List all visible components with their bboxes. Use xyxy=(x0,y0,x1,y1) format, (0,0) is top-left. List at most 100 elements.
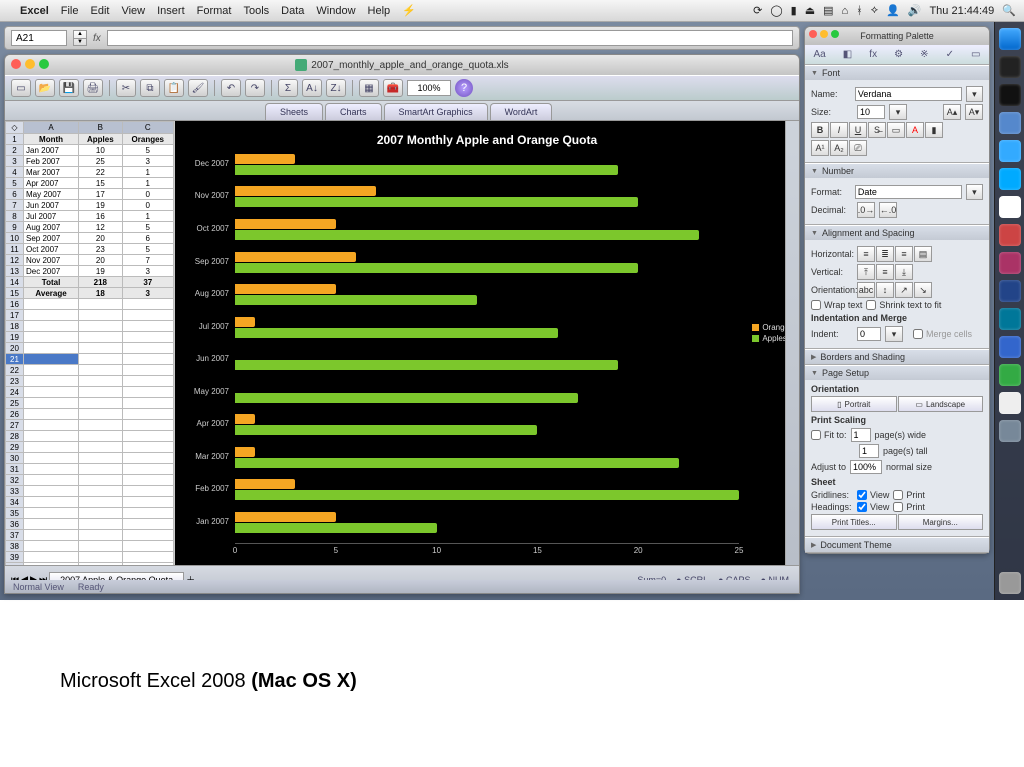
pages-tall-input[interactable] xyxy=(859,444,879,458)
menu-data[interactable]: Data xyxy=(281,5,304,17)
gallery-button[interactable]: ▦ xyxy=(359,79,379,97)
dock-word-icon[interactable] xyxy=(999,336,1021,358)
landscape-button[interactable]: ▭Landscape xyxy=(898,396,984,412)
headings-print-checkbox[interactable]: Print xyxy=(893,502,925,512)
eject-icon[interactable]: ⏏ xyxy=(805,4,815,17)
toolbox-button[interactable]: 🧰 xyxy=(383,79,403,97)
paste-button[interactable]: 📋 xyxy=(164,79,184,97)
menu-edit[interactable]: Edit xyxy=(90,5,109,17)
orient-v-button[interactable]: ↕ xyxy=(876,282,894,298)
toolbox-object-icon[interactable]: ◧ xyxy=(843,49,852,60)
palette-close-icon[interactable] xyxy=(809,30,817,38)
italic-button[interactable]: I xyxy=(830,122,848,138)
pages-wide-input[interactable] xyxy=(851,428,871,442)
volume-icon[interactable]: 🔊 xyxy=(908,4,922,17)
margins-button[interactable]: Margins... xyxy=(898,514,984,530)
print-titles-button[interactable]: Print Titles... xyxy=(811,514,897,530)
formula-input[interactable] xyxy=(107,30,793,46)
section-theme[interactable]: Document Theme xyxy=(805,538,989,552)
font-name-dropdown[interactable]: ▾ xyxy=(966,86,983,102)
clear-format-button[interactable]: ⎚ xyxy=(849,140,867,156)
print-button[interactable]: 🖨 xyxy=(83,79,103,97)
menu-window[interactable]: Window xyxy=(316,5,355,17)
underline-button[interactable]: U xyxy=(849,122,867,138)
dock-app2-icon[interactable] xyxy=(999,252,1021,274)
save-button[interactable]: 💾 xyxy=(59,79,79,97)
fill-color-button[interactable]: ▮ xyxy=(925,122,943,138)
view-mode[interactable]: Normal View xyxy=(13,582,64,592)
user-icon[interactable]: 👤 xyxy=(886,4,900,17)
undo-button[interactable]: ↶ xyxy=(221,79,241,97)
wrap-text-checkbox[interactable]: Wrap text xyxy=(811,300,862,310)
flag-icon[interactable]: ▤ xyxy=(823,4,833,17)
orient-ccw-button[interactable]: ↗ xyxy=(895,282,913,298)
gallery-tab-sheets[interactable]: Sheets xyxy=(265,103,323,120)
toolbox-settings-icon[interactable]: ⚙ xyxy=(894,49,903,60)
sync-icon[interactable]: ⟳ xyxy=(753,4,762,17)
superscript-button[interactable]: A¹ xyxy=(811,140,829,156)
dock-itunes-icon[interactable] xyxy=(999,308,1021,330)
subscript-button[interactable]: A₂ xyxy=(830,140,848,156)
menu-insert[interactable]: Insert xyxy=(157,5,185,17)
dock-preview-icon[interactable] xyxy=(999,420,1021,442)
decrease-decimal-button[interactable]: ←.0 xyxy=(879,202,897,218)
palette-zoom-icon[interactable] xyxy=(831,30,839,38)
dock-mail-icon[interactable] xyxy=(999,112,1021,134)
open-button[interactable]: 📂 xyxy=(35,79,55,97)
gallery-tab-charts[interactable]: Charts xyxy=(325,103,382,120)
valign-top-button[interactable]: ⤒ xyxy=(857,264,875,280)
minimize-icon[interactable] xyxy=(25,59,35,69)
scrollbar-vertical[interactable] xyxy=(785,121,799,565)
valign-mid-button[interactable]: ≡ xyxy=(876,264,894,280)
dock-safari-icon[interactable] xyxy=(999,140,1021,162)
adjust-to-input[interactable] xyxy=(850,460,882,474)
shrink-fit-checkbox[interactable]: Shrink text to fit xyxy=(866,300,941,310)
toolbox-project-icon[interactable]: ▭ xyxy=(971,49,980,60)
dock-finder-icon[interactable] xyxy=(999,28,1021,50)
cut-button[interactable]: ✂ xyxy=(116,79,136,97)
portrait-button[interactable]: ▯Portrait xyxy=(811,396,897,412)
toolbox-ref-icon[interactable]: ※ xyxy=(920,49,928,60)
section-number[interactable]: Number xyxy=(805,164,989,178)
zoom-icon[interactable] xyxy=(39,59,49,69)
menu-view[interactable]: View xyxy=(121,5,145,17)
zoom-box[interactable]: 100% xyxy=(407,80,451,96)
dock-photoshop-icon[interactable] xyxy=(999,280,1021,302)
font-color-button[interactable]: A xyxy=(906,122,924,138)
dock-app1-icon[interactable] xyxy=(999,224,1021,246)
increase-decimal-button[interactable]: .0→ xyxy=(857,202,875,218)
font-size-stepper[interactable]: ▾ xyxy=(889,104,907,120)
palette-mode-tabs[interactable]: Aa ◧ fx ⚙ ※ ✓ ▭ xyxy=(805,45,989,65)
gallery-tab-smartart[interactable]: SmartArt Graphics xyxy=(384,103,488,120)
sort-asc-button[interactable]: A↓ xyxy=(302,79,322,97)
copy-button[interactable]: ⧉ xyxy=(140,79,160,97)
home-icon[interactable]: ⌂ xyxy=(842,5,849,17)
number-format-input[interactable] xyxy=(855,185,962,199)
autosum-button[interactable]: Σ xyxy=(278,79,298,97)
dock-ical-icon[interactable] xyxy=(999,196,1021,218)
section-borders[interactable]: Borders and Shading xyxy=(805,350,989,364)
shield-icon[interactable]: ◯ xyxy=(770,4,782,17)
section-page-setup[interactable]: Page Setup xyxy=(805,366,989,380)
battery-icon[interactable]: ▮ xyxy=(791,4,797,17)
fit-to-checkbox[interactable]: Fit to: xyxy=(811,430,847,440)
align-left-button[interactable]: ≡ xyxy=(857,246,875,262)
sort-desc-button[interactable]: Z↓ xyxy=(326,79,346,97)
wifi-icon[interactable]: ⟡ xyxy=(871,4,878,17)
menu-file[interactable]: File xyxy=(61,5,79,17)
redo-button[interactable]: ↷ xyxy=(245,79,265,97)
indent-input[interactable] xyxy=(857,327,881,341)
cell-reference-box[interactable]: A21 xyxy=(11,30,67,46)
menu-help[interactable]: Help xyxy=(368,5,391,17)
script-menu-icon[interactable]: ⚡ xyxy=(402,4,416,17)
gallery-tab-wordart[interactable]: WordArt xyxy=(490,103,553,120)
new-button[interactable]: ▭ xyxy=(11,79,31,97)
close-icon[interactable] xyxy=(11,59,21,69)
bluetooth-icon[interactable]: ᚼ xyxy=(856,5,863,17)
align-center-button[interactable]: ≣ xyxy=(876,246,894,262)
dock-skype-icon[interactable] xyxy=(999,168,1021,190)
app-menu[interactable]: Excel xyxy=(20,5,49,17)
dock-textedit-icon[interactable] xyxy=(999,392,1021,414)
indent-stepper[interactable]: ▾ xyxy=(885,326,903,342)
number-format-dropdown[interactable]: ▾ xyxy=(966,184,983,200)
